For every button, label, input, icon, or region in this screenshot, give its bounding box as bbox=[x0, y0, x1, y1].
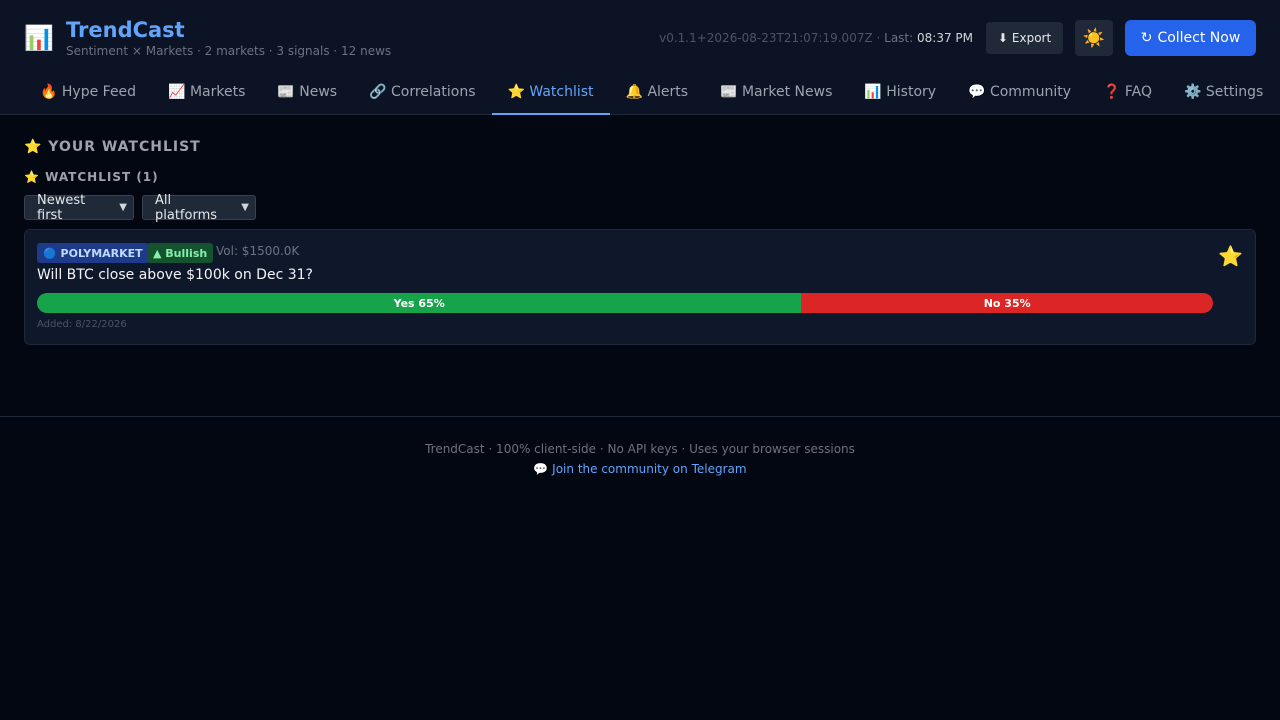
tab-icon: 🔥 bbox=[40, 84, 58, 100]
tab-faq[interactable]: ❓ FAQ bbox=[1087, 74, 1168, 115]
chevron-down-icon: ▼ bbox=[119, 202, 127, 213]
tab-label: Market News bbox=[741, 84, 833, 100]
watchlist-count-title: ⭐ WATCHLIST (1) bbox=[24, 170, 159, 184]
star-icon[interactable]: ⭐ bbox=[1218, 244, 1243, 268]
tab-label: Community bbox=[989, 84, 1071, 100]
tab-label: Settings bbox=[1205, 84, 1264, 100]
tab-icon: ⭐ bbox=[507, 84, 525, 100]
collect-label: Collect Now bbox=[1157, 30, 1241, 46]
tab-settings[interactable]: ⚙️ Settings bbox=[1168, 74, 1279, 115]
tab-icon: 🔗 bbox=[369, 84, 387, 100]
tab-icon: 📊 bbox=[864, 84, 882, 100]
odds-bar: Yes 65% No 35% bbox=[37, 293, 1213, 313]
tab-icon: 📈 bbox=[168, 84, 186, 100]
tab-label: Watchlist bbox=[529, 84, 594, 100]
export-label: Export bbox=[1011, 31, 1052, 45]
footer-divider bbox=[0, 416, 1280, 417]
last-updated-time: 08:37 PM bbox=[917, 31, 973, 45]
platform-select[interactable]: All platforms ▼ bbox=[142, 192, 256, 223]
tab-label: Alerts bbox=[647, 84, 689, 100]
sort-select[interactable]: Newest first ▼ bbox=[24, 192, 134, 223]
chart-icon: 📊 bbox=[24, 24, 54, 52]
tab-market-news[interactable]: 📰 Market News bbox=[704, 74, 848, 115]
refresh-icon: ↻ bbox=[1140, 30, 1153, 46]
sort-select-value: Newest first bbox=[37, 192, 86, 223]
tab-icon: 💬 bbox=[968, 84, 986, 100]
sun-icon: ☀️ bbox=[1082, 27, 1106, 49]
tab-watchlist[interactable]: ⭐ Watchlist bbox=[491, 74, 610, 115]
tab-label: History bbox=[886, 84, 937, 100]
footer-text: TrendCast · 100% client-side · No API ke… bbox=[425, 442, 855, 456]
tab-icon: 📰 bbox=[277, 84, 295, 100]
tab-icon: ❓ bbox=[1102, 84, 1121, 100]
tab-news[interactable]: 📰 News bbox=[261, 74, 353, 115]
watchlist-section-title: ⭐ YOUR WATCHLIST bbox=[24, 139, 201, 155]
tab-icon: 🔔 bbox=[625, 84, 643, 100]
tab-label: Hype Feed bbox=[61, 84, 137, 100]
app-header: 📊 TrendCast Sentiment × Markets · 2 mark… bbox=[0, 0, 1280, 115]
tab-icon: ⚙️ bbox=[1184, 84, 1202, 100]
version-text: v0.1.1+2026-08-23T21:07:19.007Z · bbox=[659, 31, 885, 45]
tab-hype-feed[interactable]: 🔥 Hype Feed bbox=[24, 74, 152, 115]
watchlist-card: 🔵 POLYMARKET ▲ Bullish Vol: $1500.0K Wil… bbox=[24, 229, 1256, 345]
last-label: Last: bbox=[884, 31, 917, 45]
export-button[interactable]: ⬇ Export bbox=[986, 22, 1063, 54]
tab-community[interactable]: 💬 Community bbox=[952, 74, 1087, 115]
tab-history[interactable]: 📊 History bbox=[848, 74, 952, 115]
added-date: Added: 8/22/2026 bbox=[37, 319, 127, 330]
tab-bar: 🔥 Hype Feed 📈 Markets 📰 News 🔗 Correlations… bbox=[24, 74, 1280, 115]
theme-toggle-button[interactable]: ☀️ bbox=[1075, 20, 1113, 56]
platform-select-value: All platforms bbox=[155, 192, 218, 223]
telegram-link[interactable]: 💬 Join the community on Telegram bbox=[0, 462, 1280, 476]
tab-label: FAQ bbox=[1124, 84, 1152, 100]
tab-markets[interactable]: 📈 Markets bbox=[152, 74, 261, 115]
market-question[interactable]: Will BTC close above $100k on Dec 31? bbox=[37, 267, 313, 283]
platform-badge: 🔵 POLYMARKET bbox=[37, 243, 149, 263]
collect-now-button[interactable]: ↻ Collect Now bbox=[1125, 20, 1256, 56]
tab-label: News bbox=[299, 84, 338, 100]
app-subtitle: Sentiment × Markets · 2 markets · 3 sign… bbox=[66, 44, 392, 58]
download-icon: ⬇ bbox=[997, 31, 1008, 45]
tab-correlations[interactable]: 🔗 Correlations bbox=[353, 74, 491, 115]
sentiment-badge: ▲ Bullish bbox=[147, 243, 214, 263]
app-title: TrendCast bbox=[66, 18, 185, 42]
yes-segment: Yes 65% bbox=[37, 293, 802, 313]
volume-text: Vol: $1500.0K bbox=[216, 244, 300, 258]
tab-alerts[interactable]: 🔔 Alerts bbox=[610, 74, 705, 115]
no-segment: No 35% bbox=[801, 293, 1213, 313]
version-info: v0.1.1+2026-08-23T21:07:19.007Z · Last: … bbox=[659, 31, 973, 45]
chevron-down-icon: ▼ bbox=[241, 202, 249, 213]
tab-icon: 📰 bbox=[720, 84, 738, 100]
tab-label: Correlations bbox=[391, 84, 476, 100]
tab-label: Markets bbox=[189, 84, 246, 100]
